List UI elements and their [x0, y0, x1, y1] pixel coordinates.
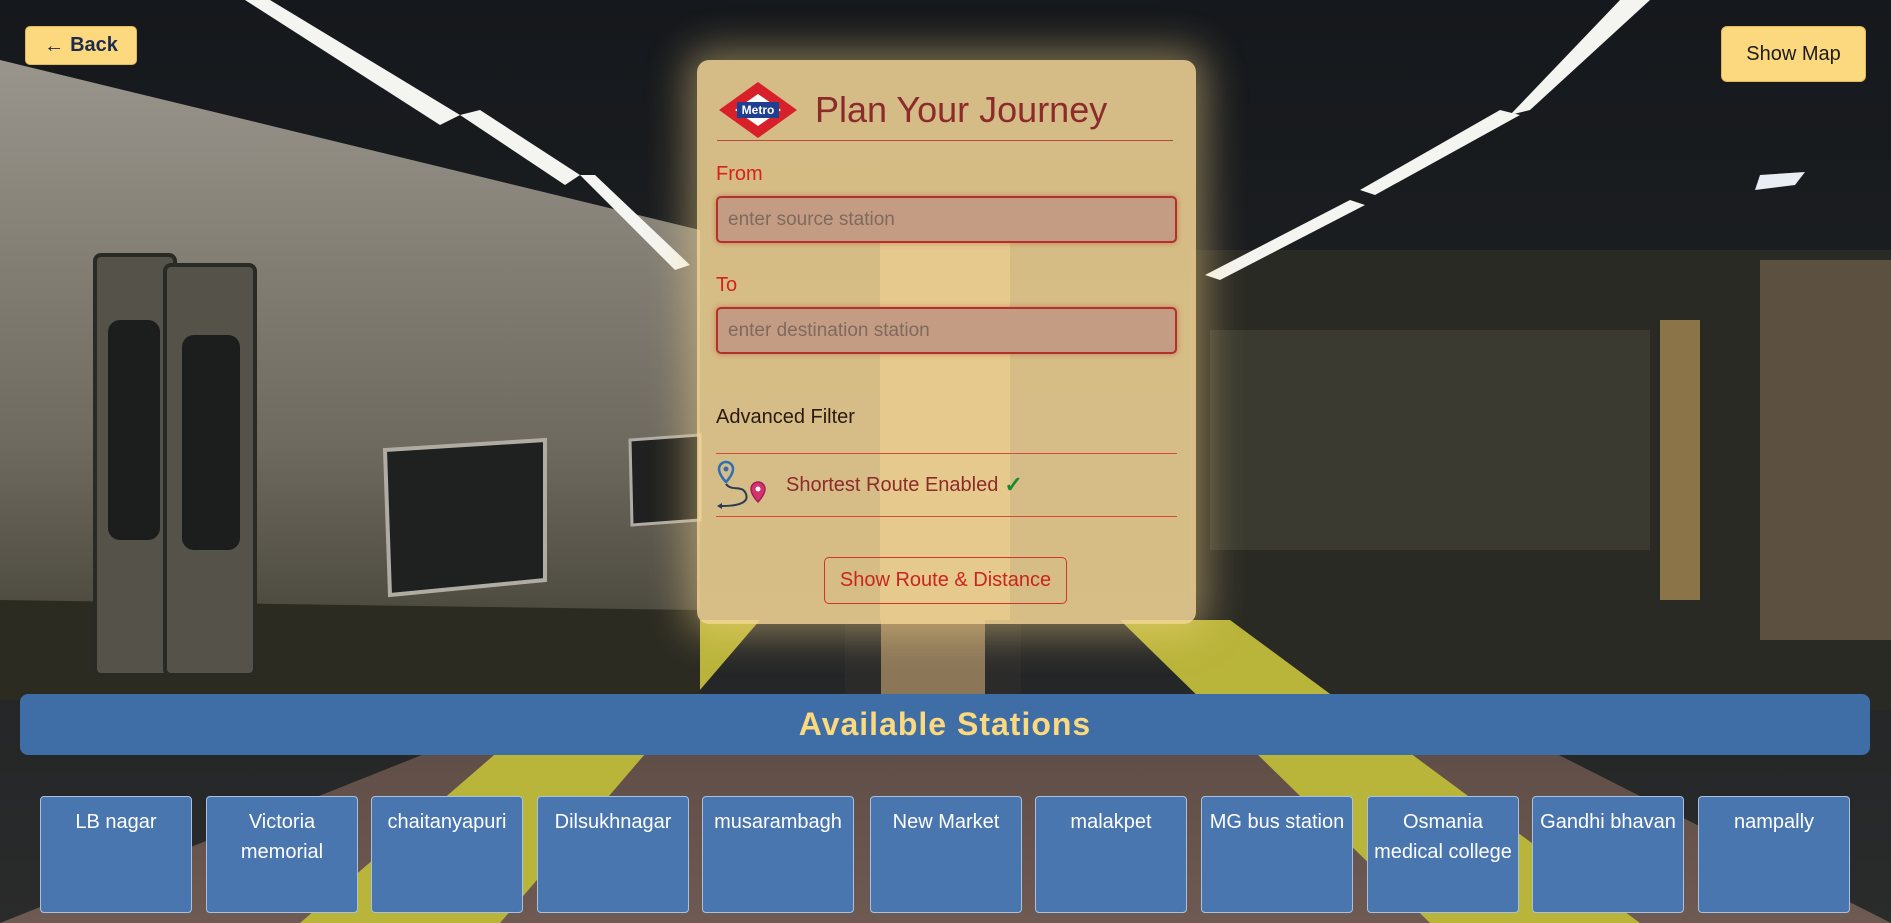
show-map-label: Show Map — [1746, 42, 1841, 65]
back-button[interactable]: ← Back — [25, 26, 137, 65]
arrow-left-icon: ← — [44, 34, 65, 57]
to-label: To — [716, 274, 738, 296]
station-name: Dilsukhnagar — [554, 811, 672, 833]
station-card[interactable]: Osmania medical college — [1367, 796, 1519, 913]
station-name: Osmania medical college — [1374, 811, 1512, 863]
to-placeholder: enter destination station — [728, 319, 930, 341]
station-card[interactable]: LB nagar — [40, 796, 192, 913]
station-card[interactable]: nampally — [1698, 796, 1850, 913]
from-placeholder: enter source station — [728, 208, 895, 230]
shortest-route-option[interactable]: Shortest Route Enabled ✓ — [716, 453, 1177, 517]
show-route-button[interactable]: Show Route & Distance — [824, 557, 1067, 604]
panel-header: Metro Plan Your Journey — [717, 80, 1173, 141]
station-name: MG bus station — [1209, 811, 1345, 833]
available-stations-title: Available Stations — [798, 706, 1092, 742]
page-title: Plan Your Journey — [815, 89, 1108, 130]
available-stations-banner: Available Stations — [20, 694, 1870, 755]
station-name: LB nagar — [75, 811, 157, 833]
checkmark-icon: ✓ — [1004, 472, 1023, 497]
metro-logo-text: Metro — [742, 103, 775, 117]
station-name: Victoria memorial — [240, 811, 324, 863]
station-name: chaitanyapuri — [387, 811, 507, 833]
station-card[interactable]: chaitanyapuri — [371, 796, 523, 913]
from-label: From — [716, 163, 763, 185]
station-card[interactable]: Gandhi bhavan — [1532, 796, 1684, 913]
show-map-button[interactable]: Show Map — [1721, 26, 1866, 82]
from-station-input[interactable]: enter source station — [716, 196, 1177, 243]
station-name: musarambagh — [714, 811, 842, 833]
route-map-icon — [717, 460, 766, 509]
station-card[interactable]: New Market — [870, 796, 1022, 913]
station-name: malakpet — [1070, 811, 1152, 833]
station-card[interactable]: malakpet — [1035, 796, 1187, 913]
to-station-input[interactable]: enter destination station — [716, 307, 1177, 354]
journey-planner-panel: Metro Plan Your Journey From enter sourc… — [697, 60, 1196, 624]
station-card[interactable]: Victoria memorial — [206, 796, 358, 913]
advanced-filter-heading: Advanced Filter — [716, 406, 855, 428]
show-route-label: Show Route & Distance — [839, 569, 1052, 591]
station-name: nampally — [1733, 811, 1815, 833]
back-button-label: Back — [70, 34, 118, 56]
station-card[interactable]: MG bus station — [1201, 796, 1353, 913]
station-card[interactable]: musarambagh — [702, 796, 854, 913]
shortest-route-label: Shortest Route Enabled — [786, 473, 999, 496]
metro-logo-icon: Metro — [719, 82, 797, 138]
station-card[interactable]: Dilsukhnagar — [537, 796, 689, 913]
station-name: Gandhi bhavan — [1540, 811, 1676, 833]
station-name: New Market — [892, 811, 1000, 833]
